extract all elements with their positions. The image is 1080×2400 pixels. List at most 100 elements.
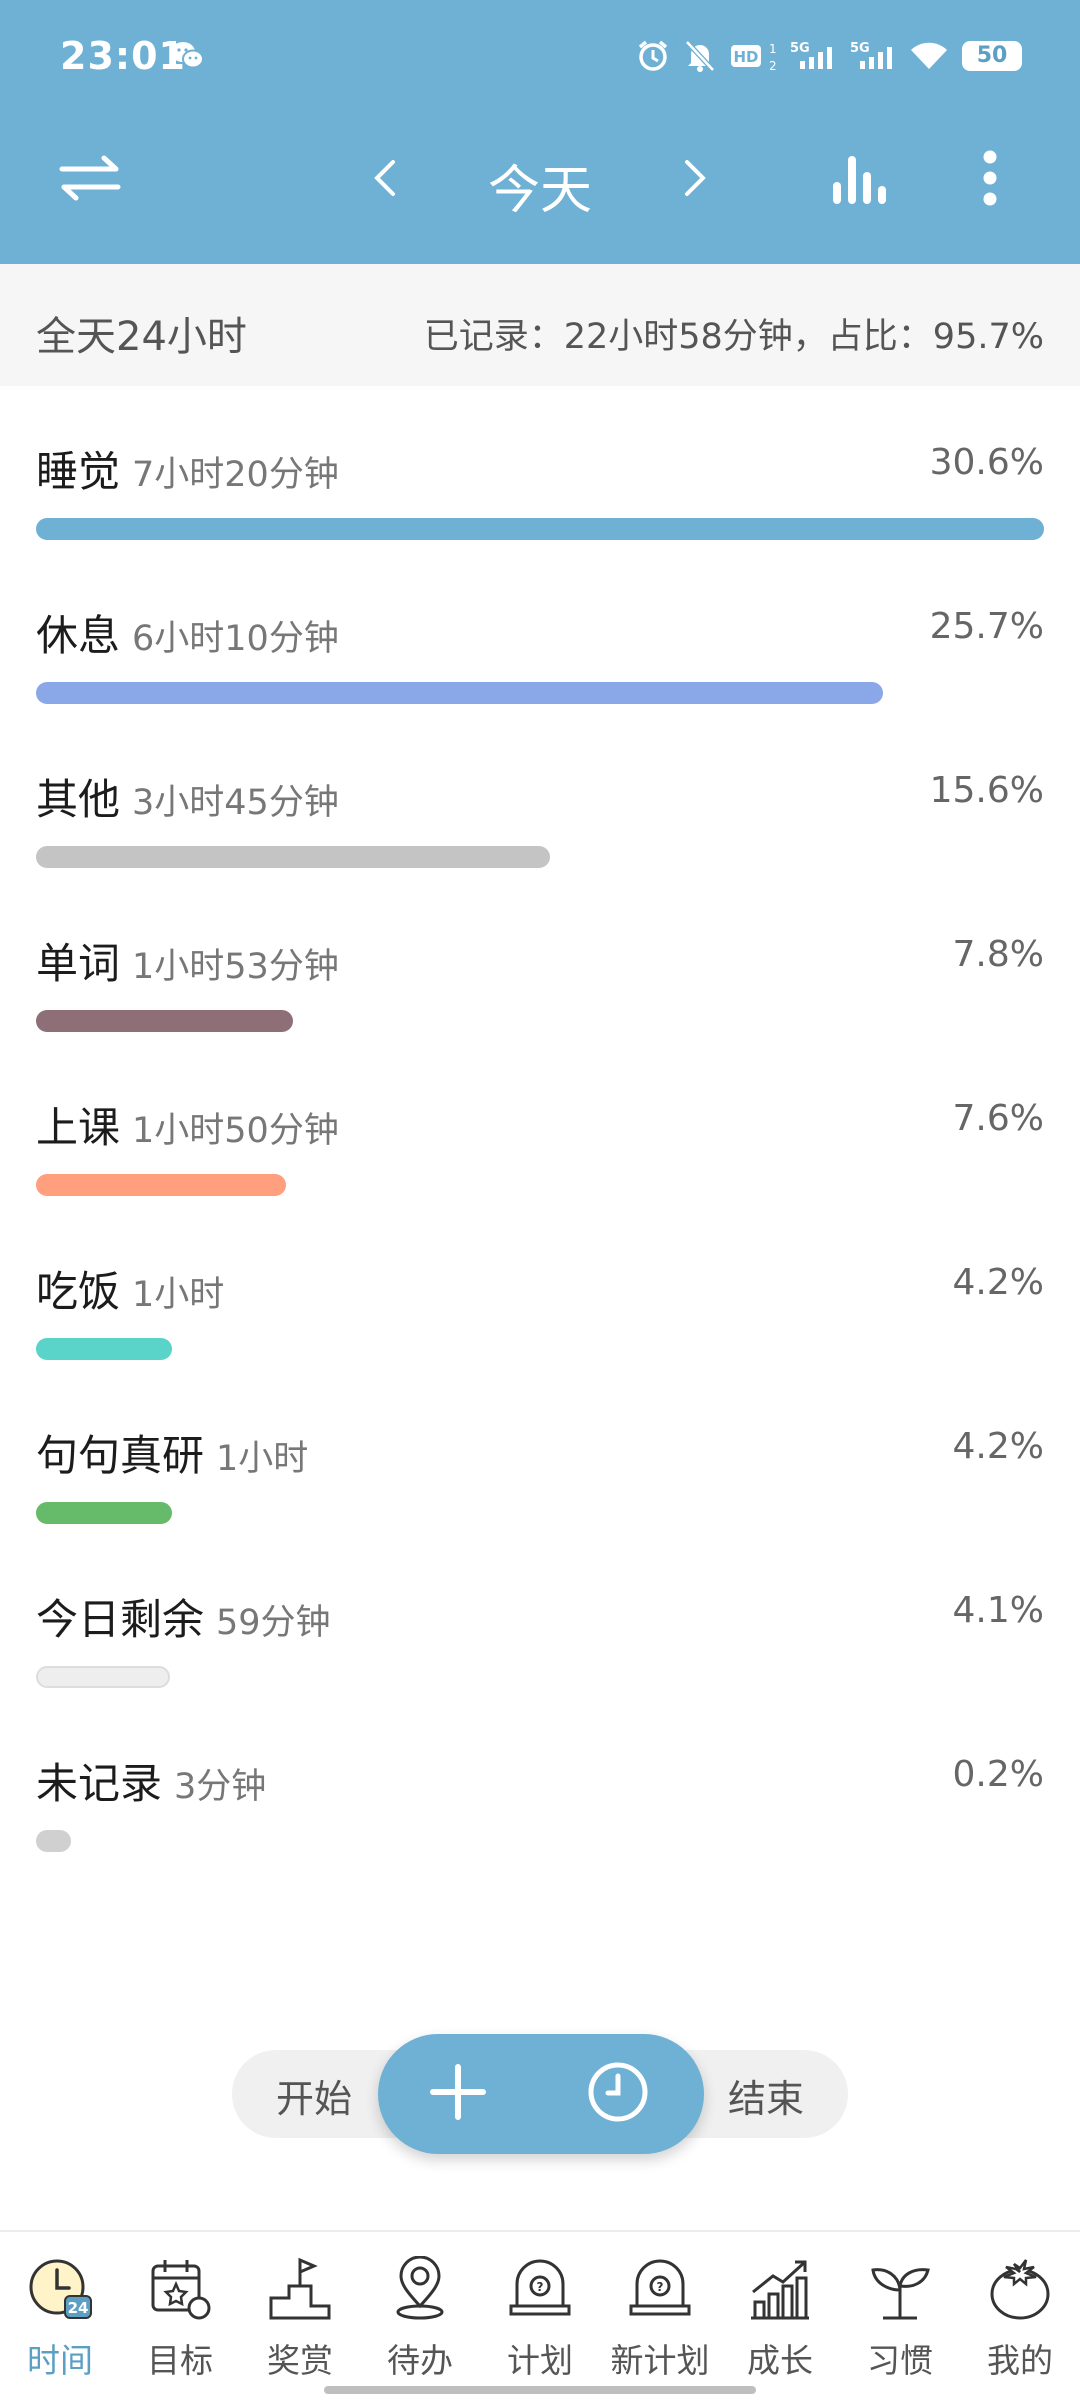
page-title: 今天 — [487, 161, 592, 221]
wifi-icon — [910, 41, 948, 71]
nav-label: 我的 — [987, 2341, 1053, 2380]
nav-item-reward[interactable]: 奖赏 — [240, 2256, 360, 2396]
progress-bar — [36, 846, 550, 868]
category-duration: 1小时 — [132, 1275, 225, 1315]
plus-icon — [429, 2063, 487, 2125]
more-menu-button[interactable] — [960, 148, 1020, 212]
category-percent: 4.2% — [952, 1426, 1044, 1467]
svg-text:?: ? — [537, 2280, 544, 2294]
nav-label: 习惯 — [867, 2341, 933, 2380]
nav-item-todo[interactable]: 待办 — [360, 2255, 480, 2396]
progress-track — [36, 682, 1044, 704]
progress-bar — [36, 1502, 172, 1524]
category-row[interactable]: 睡觉 7小时20分钟 30.6% — [0, 386, 1080, 550]
day-summary: 全天24小时 已记录：22小时58分钟，占比：95.7% — [0, 264, 1080, 386]
progress-track — [36, 1830, 1044, 1852]
end-button[interactable]: 结束 — [728, 2068, 804, 2123]
nav-item-plan[interactable]: ? 计划 — [480, 2256, 600, 2396]
statistics-button[interactable] — [820, 148, 900, 212]
summary-total: 全天24小时 — [36, 314, 247, 360]
nav-label: 时间 — [27, 2341, 93, 2380]
nav-label: 目标 — [147, 2341, 213, 2380]
category-row[interactable]: 今日剩余 59分钟 4.1% — [0, 1534, 1080, 1698]
progress-track — [36, 1338, 1044, 1360]
more-vertical-icon — [982, 149, 998, 211]
category-name: 休息 — [36, 611, 121, 660]
progress-track — [36, 846, 1044, 868]
bell-off-icon — [684, 39, 716, 73]
progress-bar — [36, 1830, 71, 1852]
svg-text:2: 2 — [769, 59, 776, 73]
nav-item-goal[interactable]: 目标 — [120, 2256, 240, 2396]
progress-bar — [36, 1174, 286, 1196]
category-duration: 3分钟 — [174, 1767, 267, 1807]
nav-item-habit[interactable]: 习惯 — [840, 2256, 960, 2396]
nav-item-time[interactable]: 24 时间 — [0, 2256, 120, 2396]
progress-track — [36, 1666, 1044, 1688]
category-row[interactable]: 休息 6小时10分钟 25.7% — [0, 550, 1080, 714]
location-pin-icon — [387, 2255, 453, 2322]
progress-track — [36, 1010, 1044, 1032]
swap-button[interactable] — [50, 150, 130, 210]
category-row[interactable]: 句句真研 1小时 4.2% — [0, 1370, 1080, 1534]
category-name: 上课 — [36, 1103, 121, 1152]
category-duration: 1小时53分钟 — [132, 947, 339, 987]
category-percent: 7.8% — [952, 934, 1044, 975]
nav-label: 计划 — [507, 2341, 573, 2380]
progress-track — [36, 1174, 1044, 1196]
category-percent: 4.2% — [952, 1262, 1044, 1303]
category-percent: 30.6% — [929, 442, 1044, 483]
start-button[interactable]: 开始 — [276, 2068, 352, 2123]
category-duration: 1小时 — [216, 1439, 309, 1479]
category-row[interactable]: 其他 3小时45分钟 15.6% — [0, 714, 1080, 878]
nav-item-new-plan[interactable]: ? 新计划 — [600, 2256, 720, 2396]
category-duration: 6小时10分钟 — [132, 619, 339, 659]
progress-bar — [36, 1010, 293, 1032]
category-duration: 3小时45分钟 — [132, 783, 339, 823]
category-percent: 4.1% — [952, 1590, 1044, 1631]
category-row[interactable]: 上课 1小时50分钟 7.6% — [0, 1042, 1080, 1206]
battery-indicator: 50 — [962, 41, 1022, 71]
brain-icon: ? — [507, 2256, 573, 2322]
category-percent: 7.6% — [952, 1098, 1044, 1139]
progress-bar — [36, 682, 883, 704]
category-percent: 0.2% — [952, 1754, 1044, 1795]
progress-track — [36, 1502, 1044, 1524]
category-name: 未记录 — [36, 1759, 163, 1808]
previous-day-button[interactable] — [360, 150, 410, 210]
category-name: 睡觉 — [36, 447, 121, 496]
growth-chart-icon — [747, 2256, 813, 2322]
signal-5g-icon: 5G — [850, 39, 896, 73]
next-day-button[interactable] — [670, 150, 720, 210]
add-record-button[interactable] — [418, 2054, 498, 2134]
wechat-icon — [170, 40, 204, 70]
nav-item-growth[interactable]: 成长 — [720, 2256, 840, 2396]
clock-icon — [586, 2060, 650, 2128]
podium-flag-icon — [267, 2256, 333, 2322]
category-name: 今日剩余 — [36, 1595, 205, 1644]
category-row[interactable]: 吃饭 1小时 4.2% — [0, 1206, 1080, 1370]
nav-label: 待办 — [387, 2341, 453, 2380]
category-row[interactable]: 单词 1小时53分钟 7.8% — [0, 878, 1080, 1042]
nav-item-mine[interactable]: 我的 — [960, 2256, 1080, 2396]
category-name: 单词 — [36, 939, 121, 988]
category-name: 句句真研 — [36, 1431, 205, 1480]
timer-actions — [378, 2034, 704, 2154]
toolbar: 今天 — [0, 130, 1080, 230]
timer-button[interactable] — [578, 2054, 658, 2134]
sprout-icon — [867, 2256, 933, 2322]
app-header: 23:01 HD 1 2 5G 5G 50 今天 — [0, 0, 1080, 264]
alarm-icon — [636, 39, 670, 73]
category-row[interactable]: 未记录 3分钟 0.2% — [0, 1698, 1080, 1862]
swap-icon — [58, 155, 122, 205]
nav-label: 新计划 — [610, 2341, 710, 2380]
progress-bar — [36, 518, 1044, 540]
category-percent: 15.6% — [929, 770, 1044, 811]
hd-icon: HD 1 2 — [730, 39, 776, 73]
summary-recorded: 已记录：22小时58分钟，占比：95.7% — [423, 317, 1044, 357]
calendar-star-icon — [147, 2256, 213, 2322]
category-name: 其他 — [36, 775, 121, 824]
category-name: 吃饭 — [36, 1267, 121, 1316]
status-icons: HD 1 2 5G 5G 50 — [636, 36, 1022, 76]
home-indicator — [324, 2386, 756, 2394]
